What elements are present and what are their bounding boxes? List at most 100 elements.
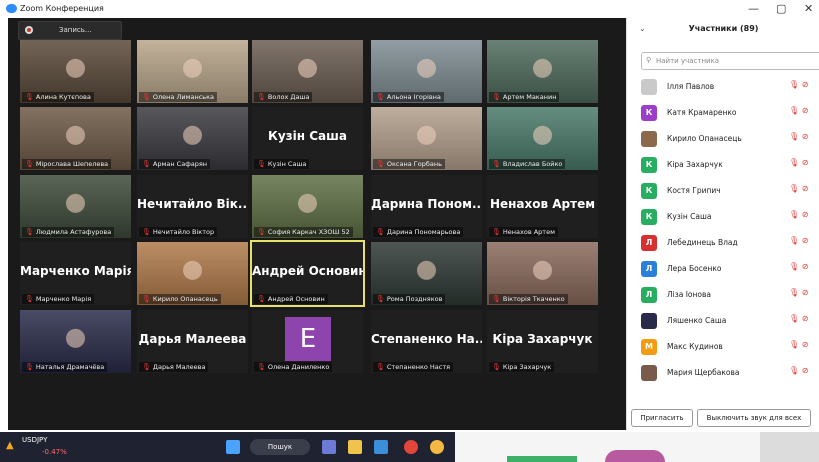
name-plate: 🎙︎ Олена Лиманська [139,92,218,102]
tile-display-name: Дарина Поном... [371,197,482,211]
muted-mic-icon[interactable]: 🎙︎ ⊘ [789,80,808,89]
muted-mic-icon[interactable]: 🎙︎ ⊘ [789,210,808,219]
taskbar-search[interactable]: Пошук [250,439,310,455]
name-plate: 🎙︎ Артем Маканин [489,92,560,102]
decorative-shape [760,432,819,462]
invite-button[interactable]: Пригласить [631,409,693,427]
muted-mic-icon: 🎙︎ [376,160,385,168]
windows-taskbar: ▲ USDJPY -0.47% Пошук [0,432,455,462]
participant-name: Лера Босенко [667,264,722,273]
muted-mic-icon[interactable]: 🎙︎ ⊘ [789,184,808,193]
video-tile[interactable]: 🎙︎ София Каркач ХЗОШ 52 [252,175,363,238]
mute-all-button[interactable]: Выключить звук для всех [697,409,811,427]
muted-mic-icon: 🎙︎ [376,363,385,371]
video-tile[interactable]: 🎙︎ Рома Поздняков [371,242,482,305]
muted-mic-icon[interactable]: 🎙︎ ⊘ [789,158,808,167]
participant-name: София Каркач ХЗОШ 52 [267,228,350,236]
muted-mic-icon[interactable]: 🎙︎ ⊘ [789,262,808,271]
video-tile[interactable]: 🎙︎ Волох Даша [252,40,363,103]
muted-mic-icon: 🎙︎ [142,160,151,168]
participant-row[interactable]: Кирило Опанасець 🎙︎ ⊘ [639,128,819,150]
video-tile[interactable]: 🎙︎ Арман Сафарян [137,107,248,170]
video-tile[interactable]: Андрей Основин 🎙︎ Андрей Основин [250,240,365,307]
app-icon[interactable] [430,440,444,454]
muted-mic-icon: 🎙︎ [142,93,151,101]
video-tile[interactable]: 🎙︎ Олена Лиманська [137,40,248,103]
participant-name: Арман Сафарян [152,160,208,168]
video-tile[interactable]: 🎙︎ Альона Ігорівна [371,40,482,103]
video-tile[interactable]: 🎙︎ Владислав Бойко [487,107,598,170]
video-tile[interactable]: Кузін Саша 🎙︎ Кузін Саша [252,107,363,170]
video-tile[interactable]: Дарья Малеева 🎙︎ Дарья Малеева [137,310,248,373]
avatar: К [641,183,657,199]
avatar: Л [641,261,657,277]
participant-name: Альона Ігорівна [386,93,441,101]
participant-row[interactable]: М Макс Кудинов 🎙︎ ⊘ [639,336,819,358]
name-plate: 🎙︎ Кіра Захарчук [489,362,555,372]
muted-mic-icon[interactable]: 🎙︎ ⊘ [789,314,808,323]
video-tile[interactable]: 🎙︎ Артем Маканин [487,40,598,103]
participant-name: Кирило Опанасець [667,134,742,143]
muted-mic-icon[interactable]: 🎙︎ ⊘ [789,106,808,115]
video-tile[interactable]: 🎙︎ Мірослава Шепелева [20,107,131,170]
participants-panel: ⌄ Участники (89) ⚲ Найти участника Ілля … [626,18,819,430]
maximize-button[interactable]: ▢ [776,2,786,15]
participant-name: Оксана Горбань [386,160,442,168]
video-tile[interactable]: 🎙︎ Наталья Драмачёва [20,310,131,373]
video-tile[interactable]: Степаненко На... 🎙︎ Степаненко Настя [371,310,482,373]
participant-row[interactable]: К Костя Грипич 🎙︎ ⊘ [639,180,819,202]
participant-search-input[interactable]: ⚲ Найти участника [641,52,819,70]
name-plate: 🎙︎ Наталья Драмачёва [22,362,108,372]
store-icon[interactable] [374,440,388,454]
video-tile[interactable]: 🎙︎ Вікторія Ткаченко [487,242,598,305]
participant-row[interactable]: К Катя Крамаренко 🎙︎ ⊘ [639,102,819,124]
participant-row[interactable]: Л Ліза Іонова 🎙︎ ⊘ [639,284,819,306]
video-tile[interactable]: Нечитайло Вік... 🎙︎ Нечитайло Віктор [137,175,248,238]
muted-mic-icon: 🎙︎ [376,295,385,303]
muted-mic-icon: 🎙︎ [492,93,501,101]
muted-mic-icon[interactable]: 🎙︎ ⊘ [789,132,808,141]
participant-name: Вікторія Ткаченко [502,295,565,303]
muted-mic-icon: 🎙︎ [257,363,266,371]
participant-row[interactable]: К Кузін Саша 🎙︎ ⊘ [639,206,819,228]
video-tile[interactable]: Марченко Марія 🎙︎ Марченко Марія [20,242,131,305]
close-button[interactable]: ✕ [804,2,813,15]
tile-display-name: Дарья Малеева [138,332,247,346]
windows-start-icon[interactable] [226,440,240,454]
minimize-button[interactable]: — [748,2,759,15]
video-tile[interactable]: 🎙︎ Оксана Горбань [371,107,482,170]
name-plate: 🎙︎ Кузін Саша [254,159,310,169]
muted-mic-icon[interactable]: 🎙︎ ⊘ [789,236,808,245]
video-tile[interactable]: E 🎙︎ Олена Даниленко [252,310,363,373]
participant-name: Ліза Іонова [667,290,712,299]
video-tile[interactable]: Дарина Поном... 🎙︎ Дарина Пономарьова [371,175,482,238]
video-tile[interactable]: 🎙︎ Кирило Опанасець [137,242,248,305]
video-tile[interactable]: Кіра Захарчук 🎙︎ Кіра Захарчук [487,310,598,373]
name-plate: 🎙︎ Вікторія Ткаченко [489,294,568,304]
file-explorer-icon[interactable] [348,440,362,454]
participant-row[interactable]: Л Лера Босенко 🎙︎ ⊘ [639,258,819,280]
task-view-icon[interactable] [322,440,336,454]
video-tile[interactable]: 🎙︎ Алина Кутєпова [20,40,131,103]
muted-mic-icon[interactable]: 🎙︎ ⊘ [789,288,808,297]
participant-name: Олена Даниленко [267,363,330,371]
video-tile[interactable]: 🎙︎ Людмила Астафурова [20,175,131,238]
video-tile[interactable]: Ненахов Артем 🎙︎ Ненахов Артем [487,175,598,238]
muted-mic-icon: 🎙︎ [492,363,501,371]
name-plate: 🎙︎ Кирило Опанасець [139,294,221,304]
participant-row[interactable]: К Кіра Захарчук 🎙︎ ⊘ [639,154,819,176]
muted-mic-icon[interactable]: 🎙︎ ⊘ [789,340,808,349]
participant-name: Ляшенко Саша [667,316,727,325]
participant-name: Дарья Малеева [152,363,206,371]
muted-mic-icon: 🎙︎ [257,228,266,236]
muted-mic-icon: 🎙︎ [142,363,151,371]
recording-indicator[interactable]: Запись... [18,21,122,40]
muted-mic-icon[interactable]: 🎙︎ ⊘ [789,366,808,375]
tile-display-name: Степаненко На... [371,332,482,346]
participant-row[interactable]: Ілля Павлов 🎙︎ ⊘ [639,76,819,98]
search-icon: ⚲ [646,56,652,64]
chrome-icon[interactable] [404,440,418,454]
participant-row[interactable]: Ляшенко Саша 🎙︎ ⊘ [639,310,819,332]
participant-row[interactable]: Мария Щербакова 🎙︎ ⊘ [639,362,819,384]
participant-row[interactable]: Л Лебединець Влад 🎙︎ ⊘ [639,232,819,254]
